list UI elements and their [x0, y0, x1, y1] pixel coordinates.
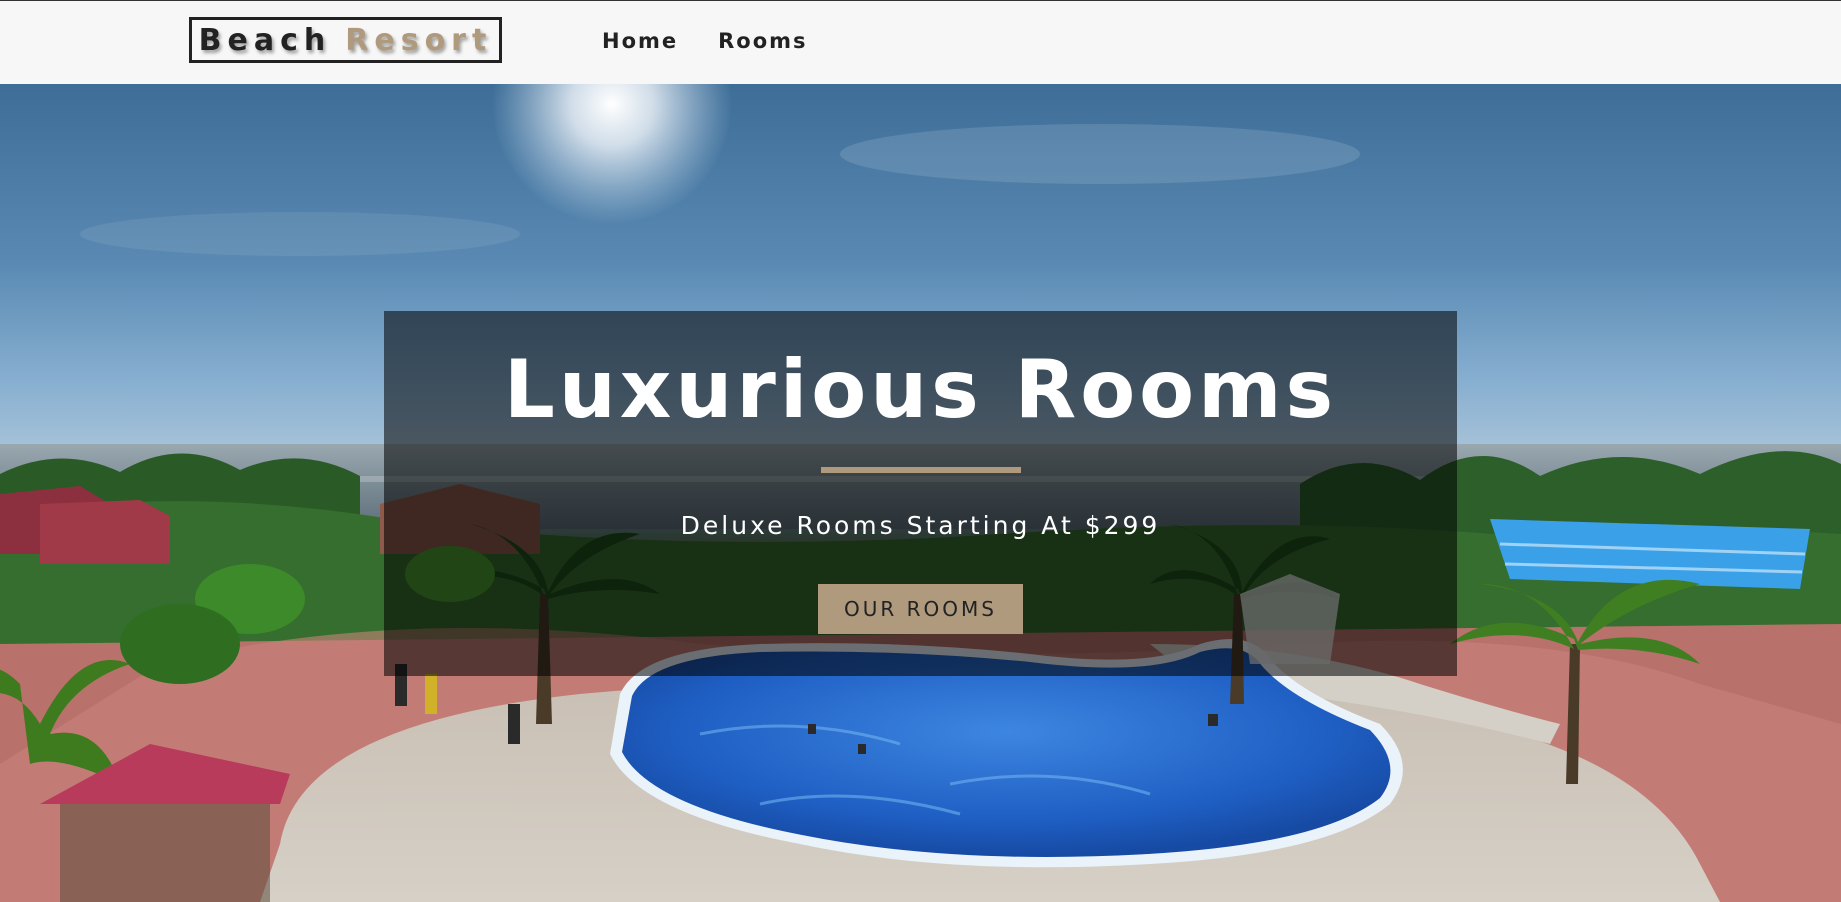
- hero-subtitle: Deluxe Rooms Starting At $299: [680, 511, 1161, 540]
- hero-section: Luxurious Rooms Deluxe Rooms Starting At…: [0, 84, 1841, 902]
- logo-word-resort: Resort: [345, 22, 493, 58]
- our-rooms-button[interactable]: OUR ROOMS: [818, 584, 1023, 634]
- hero-divider: [821, 467, 1021, 473]
- nav-link-home[interactable]: Home: [602, 29, 678, 53]
- hero-title: Luxurious Rooms: [503, 343, 1338, 436]
- logo-word-beach: Beach: [198, 22, 332, 58]
- nav-link-rooms[interactable]: Rooms: [718, 29, 807, 53]
- nav-links: Home Rooms: [602, 1, 848, 81]
- hero-banner: Luxurious Rooms Deluxe Rooms Starting At…: [384, 311, 1457, 676]
- site-logo[interactable]: Beach Resort: [189, 17, 502, 63]
- navbar: Beach Resort Home Rooms: [0, 0, 1841, 84]
